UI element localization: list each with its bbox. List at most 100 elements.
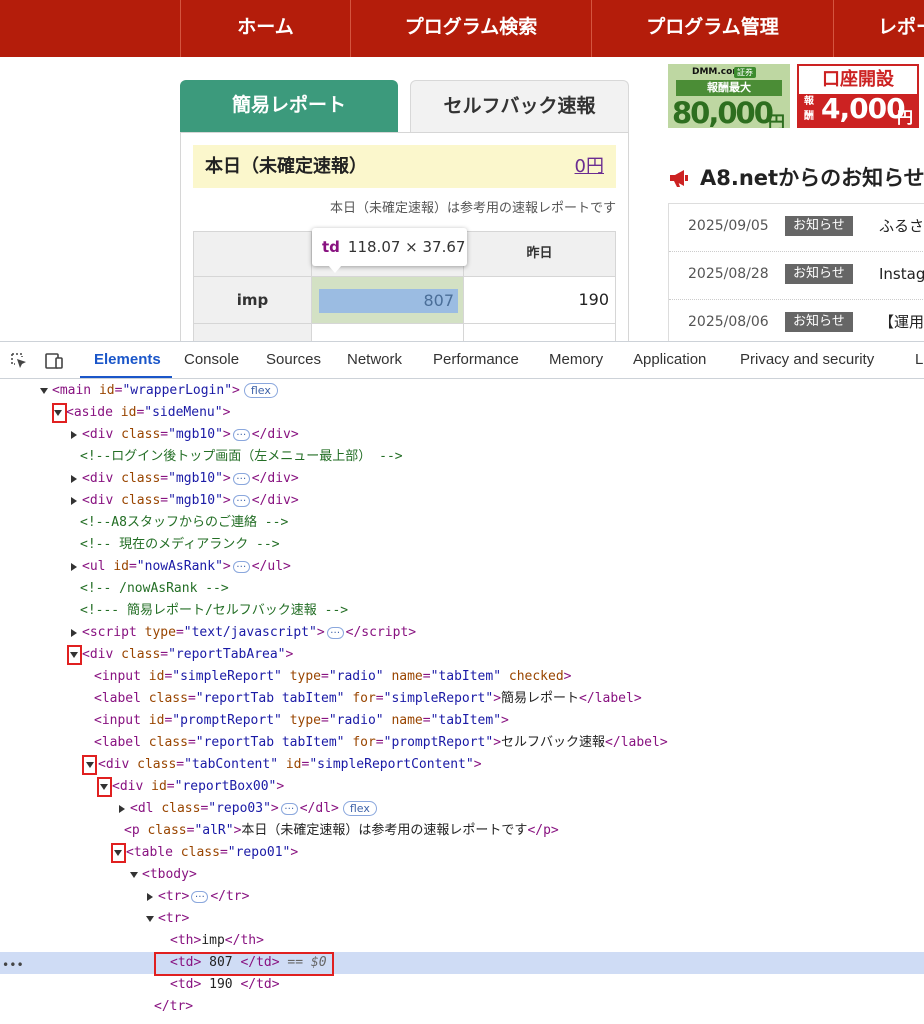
flex-badge[interactable]: flex	[342, 801, 377, 816]
collapsed-icon[interactable]	[71, 430, 77, 439]
devtools-tab-memory[interactable]: Memory	[549, 342, 603, 378]
expanded-icon[interactable]	[146, 915, 154, 922]
dom-comment: <!--ログイン後トップ画面（左メニュー最上部） -->	[80, 449, 403, 464]
tooltip-size: 118.07 × 37.67	[347, 238, 466, 256]
open-title: 口座開設	[799, 66, 917, 94]
more-actions-icon[interactable]: •••	[2, 958, 24, 972]
news-badge: お知らせ	[785, 264, 853, 284]
dom-node-input[interactable]: <input id="promptReport" type="radio" na…	[0, 710, 924, 732]
tooltip-arrow	[328, 265, 342, 273]
dom-node-div[interactable]: <div class="mgb10">… </div>	[0, 424, 924, 446]
devtools-tab-network[interactable]: Network	[347, 342, 402, 378]
news-badge: お知らせ	[785, 216, 853, 236]
dmm-sub: 報酬最大	[676, 80, 782, 96]
collapsed-icon[interactable]	[119, 804, 125, 813]
nav-separator	[180, 0, 181, 57]
imp-today-value: 807	[319, 289, 458, 313]
label-text: 簡易レポート	[501, 691, 580, 706]
dom-node-div[interactable]: <div class="mgb10">… </div>	[0, 468, 924, 490]
dom-comment: <!-- 現在のメディアランク -->	[80, 537, 280, 552]
ellipsis-icon[interactable]: …	[280, 801, 298, 815]
devtools-tab-performance[interactable]: Performance	[433, 342, 519, 378]
device-toolbar-icon[interactable]	[44, 351, 64, 371]
news-item[interactable]: 2025/09/05 お知らせ ふるさ	[669, 204, 924, 252]
collapsed-icon[interactable]	[147, 892, 153, 901]
ellipsis-icon[interactable]: …	[232, 559, 250, 573]
news-item[interactable]: 2025/08/28 お知らせ Instag	[669, 252, 924, 300]
nav-home[interactable]: ホーム	[180, 0, 351, 57]
devtools-tab-console[interactable]: Console	[184, 342, 239, 378]
dom-node-label[interactable]: <label class="reportTab tabItem" for="si…	[0, 688, 924, 710]
expanded-icon[interactable]	[130, 871, 138, 878]
p-text: 本日（未確定速報）は参考用の速報レポートです	[241, 823, 528, 838]
ellipsis-icon[interactable]: …	[232, 427, 250, 441]
dom-node-table[interactable]: <table class="repo01">	[0, 842, 924, 864]
dom-node-script[interactable]: <script type="text/javascript">… </script…	[0, 622, 924, 644]
top-nav: ホーム プログラム検索 プログラム管理 レポート	[0, 0, 924, 57]
open-amount: 4,000	[821, 92, 906, 125]
dom-node-th[interactable]: <th>imp</th>	[0, 930, 924, 952]
table-cell	[311, 323, 464, 343]
dom-node-aside[interactable]: <aside id="sideMenu">	[0, 402, 924, 424]
today-summary: 本日（未確定速報） 0円	[193, 145, 616, 188]
dom-comment: <!--A8スタッフからのご連絡 -->	[80, 515, 289, 530]
ellipsis-icon[interactable]: …	[191, 889, 209, 903]
dom-node-dl[interactable]: <dl class="repo03">… </dl> flex	[0, 798, 924, 820]
dom-node-tr[interactable]: <tr>	[0, 908, 924, 930]
dom-node-report-tab-area[interactable]: <div class="reportTabArea">	[0, 644, 924, 666]
dom-node-label[interactable]: <label class="reportTab tabItem" for="pr…	[0, 732, 924, 754]
dom-node-tab-content[interactable]: <div class="tabContent" id="simpleReport…	[0, 754, 924, 776]
collapsed-icon[interactable]	[71, 496, 77, 505]
news-list: 2025/09/05 お知らせ ふるさ 2025/08/28 お知らせ Inst…	[668, 203, 924, 343]
active-tab-underline	[80, 376, 172, 378]
flex-badge[interactable]: flex	[243, 383, 278, 398]
table-header-yesterday: 昨日	[463, 231, 616, 277]
nav-report[interactable]: レポート	[834, 0, 924, 57]
dom-node-tbody[interactable]: <tbody>	[0, 864, 924, 886]
news-text: ふるさ	[879, 217, 924, 235]
ellipsis-icon[interactable]: …	[232, 471, 250, 485]
open-reward: 報酬	[804, 96, 814, 122]
dom-node-ul[interactable]: <ul id="nowAsRank">… </ul>	[0, 556, 924, 578]
collapsed-icon[interactable]	[71, 562, 77, 571]
dom-node-input[interactable]: <input id="simpleReport" type="radio" na…	[0, 666, 924, 688]
collapsed-icon[interactable]	[71, 474, 77, 483]
element-inspect-tooltip: td 118.07 × 37.67	[312, 228, 467, 266]
devtools-tab-more[interactable]: L	[915, 342, 923, 378]
dom-node-main[interactable]: <main id="wrapperLogin"> flex	[0, 380, 924, 402]
today-label: 本日（未確定速報）	[205, 156, 367, 177]
ellipsis-icon[interactable]: …	[232, 493, 250, 507]
today-amount-link[interactable]: 0円	[575, 145, 604, 188]
dom-node-tr[interactable]: <tr>… </tr>	[0, 886, 924, 908]
tab-simple-report[interactable]: 簡易レポート	[180, 80, 398, 132]
dom-node-div[interactable]: <div class="mgb10">… </div>	[0, 490, 924, 512]
dom-node-p[interactable]: <p class="alR">本日（未確定速報）は参考用の速報レポートです</p…	[0, 820, 924, 842]
dmm-badge: 証券	[734, 67, 756, 78]
ellipsis-icon[interactable]: …	[326, 625, 344, 639]
collapsed-icon[interactable]	[71, 628, 77, 637]
highlight-box	[52, 403, 67, 423]
highlight-box	[97, 777, 112, 797]
news-date: 2025/09/05	[688, 218, 769, 234]
dom-node-report-box[interactable]: <div id="reportBox00">	[0, 776, 924, 798]
expanded-icon[interactable]	[40, 387, 48, 394]
report-note: 本日（未確定速報）は参考用の速報レポートです	[329, 201, 616, 216]
news-date: 2025/08/06	[688, 314, 769, 330]
highlight-box	[67, 645, 82, 665]
devtools-tab-privacy[interactable]: Privacy and security	[740, 342, 874, 378]
dom-node-tr-close[interactable]: </tr>	[0, 996, 924, 1018]
th-text: imp	[201, 933, 225, 948]
devtools-tab-sources[interactable]: Sources	[266, 342, 321, 378]
dom-node-td-selected[interactable]: <td> 807 </td> == $0	[0, 952, 924, 974]
inspect-element-icon[interactable]	[9, 351, 29, 371]
table-cell	[463, 323, 616, 343]
tab-selfback-report[interactable]: セルフバック速報	[410, 80, 629, 132]
dmm-banner[interactable]: DMM.com 証券 報酬最大 80,000 円	[668, 64, 790, 128]
news-title: A8.netからのお知らせ	[700, 166, 924, 190]
devtools-tab-elements[interactable]: Elements	[94, 342, 161, 378]
devtools-tab-application[interactable]: Application	[633, 342, 706, 378]
dom-node-td[interactable]: <td> 190 </td>	[0, 974, 924, 996]
nav-program-search[interactable]: プログラム検索	[351, 0, 591, 57]
account-open-banner[interactable]: 口座開設 報酬 4,000 円	[797, 64, 919, 128]
nav-program-manage[interactable]: プログラム管理	[592, 0, 833, 57]
